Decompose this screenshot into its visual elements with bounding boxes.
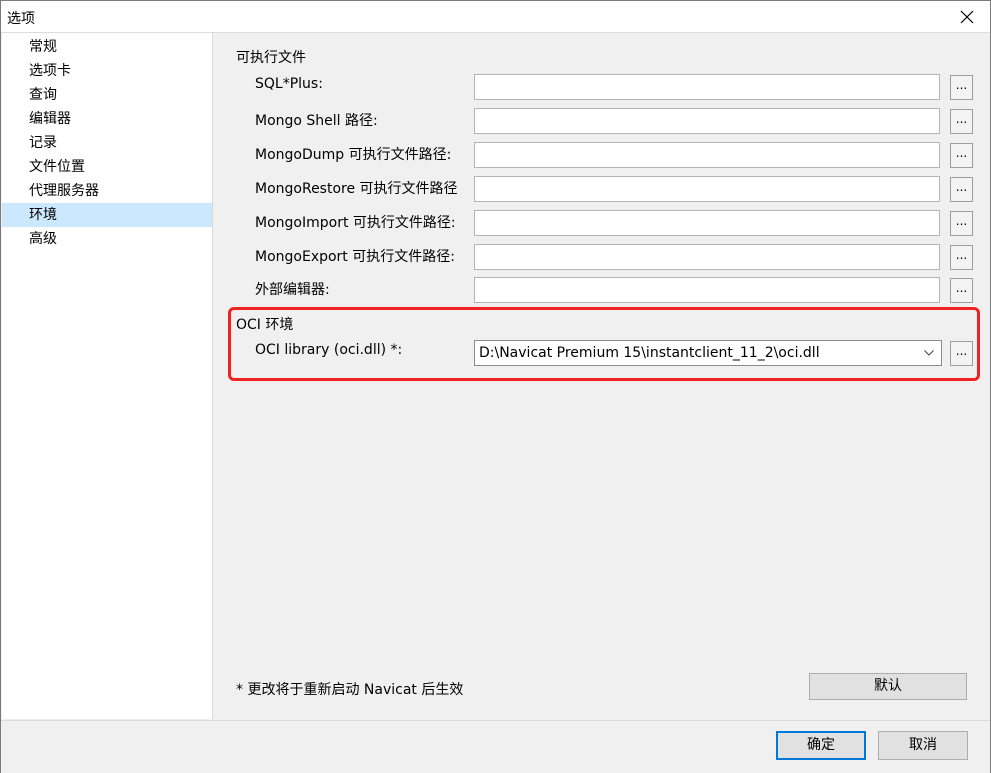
external-editor-path-input[interactable] [474, 277, 940, 303]
cancel-button[interactable]: 取消 [878, 731, 968, 760]
mongodump-path-input[interactable] [474, 142, 940, 168]
sidebar-item-editor[interactable]: 编辑器 [2, 107, 212, 131]
environment-panel: 可执行文件 SQL*Plus: ... Mongo Shell 路径: ... … [213, 33, 990, 719]
oci-group-title: OCI 环境 [236, 317, 294, 333]
executables-group-title: 可执行文件 [236, 50, 306, 66]
sidebar-item-advanced[interactable]: 高级 [2, 227, 212, 251]
sidebar-item-general[interactable]: 常规 [2, 35, 212, 59]
sqlplus-path-input[interactable] [474, 74, 940, 100]
sidebar-item-file-location[interactable]: 文件位置 [2, 155, 212, 179]
sidebar-item-tabs[interactable]: 选项卡 [2, 59, 212, 83]
oci-library-value: D:\Navicat Premium 15\instantclient_11_2… [479, 345, 820, 361]
mongorestore-path-input[interactable] [474, 176, 940, 202]
close-icon [960, 10, 974, 23]
sqlplus-label: SQL*Plus: [255, 76, 323, 92]
mongoimport-browse-button[interactable]: ... [950, 211, 973, 236]
mongodump-label: MongoDump 可执行文件路径: [255, 147, 452, 163]
options-dialog: 选项 常规 选项卡 查询 编辑器 记录 文件位置 代理服务器 环境 高级 可执行… [0, 0, 991, 773]
mongorestore-browse-button[interactable]: ... [950, 177, 973, 202]
mongo-shell-browse-button[interactable]: ... [950, 109, 973, 134]
title-bar: 选项 [1, 1, 990, 33]
close-button[interactable] [944, 1, 990, 32]
external-editor-label: 外部编辑器: [255, 282, 330, 298]
oci-library-label: OCI library (oci.dll) *: [255, 342, 403, 358]
mongo-shell-label: Mongo Shell 路径: [255, 113, 378, 129]
sidebar-item-environment[interactable]: 环境 [2, 203, 212, 227]
mongoexport-browse-button[interactable]: ... [950, 245, 973, 270]
dialog-footer: 确定 取消 [1, 720, 990, 773]
sqlplus-browse-button[interactable]: ... [950, 75, 973, 100]
sidebar-item-records[interactable]: 记录 [2, 131, 212, 155]
mongoimport-label: MongoImport 可执行文件路径: [255, 215, 456, 231]
sidebar: 常规 选项卡 查询 编辑器 记录 文件位置 代理服务器 环境 高级 [2, 33, 213, 719]
default-button[interactable]: 默认 [809, 673, 967, 700]
oci-library-select[interactable]: D:\Navicat Premium 15\instantclient_11_2… [474, 340, 942, 366]
mongodump-browse-button[interactable]: ... [950, 143, 973, 168]
sidebar-item-query[interactable]: 查询 [2, 83, 212, 107]
mongorestore-label: MongoRestore 可执行文件路径 [255, 181, 458, 197]
ok-button[interactable]: 确定 [776, 731, 866, 760]
restart-note: * 更改将于重新启动 Navicat 后生效 [236, 682, 464, 698]
mongoimport-path-input[interactable] [474, 210, 940, 236]
external-editor-browse-button[interactable]: ... [950, 278, 973, 303]
mongo-shell-path-input[interactable] [474, 108, 940, 134]
mongoexport-label: MongoExport 可执行文件路径: [255, 249, 455, 265]
oci-library-browse-button[interactable]: ... [950, 341, 973, 366]
window-title: 选项 [7, 11, 35, 27]
chevron-down-icon[interactable] [921, 341, 937, 365]
sidebar-item-proxy[interactable]: 代理服务器 [2, 179, 212, 203]
mongoexport-path-input[interactable] [474, 244, 940, 270]
